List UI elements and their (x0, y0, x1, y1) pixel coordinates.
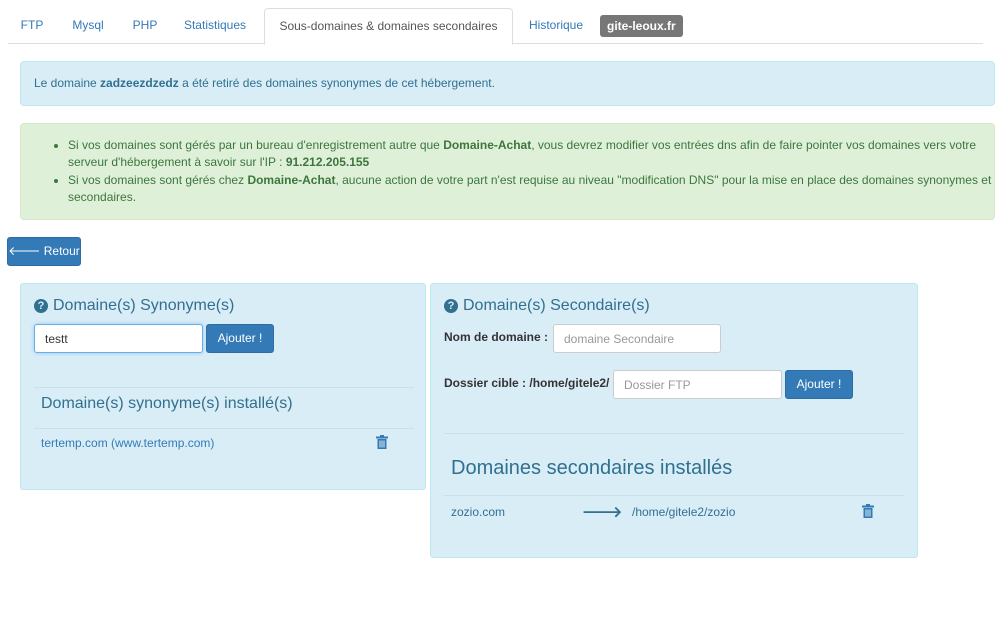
divider (34, 387, 414, 388)
info-alert: Le domaine zadzeezdzedz a été retiré des… (20, 61, 995, 106)
back-label: Retour (43, 244, 80, 258)
secondary-title-text: Domaine(s) Secondaire(s) (463, 297, 650, 314)
domain-name-label: Nom de domaine : (444, 330, 549, 344)
secondary-path-item: /home/gitele2/zozio (632, 505, 736, 519)
dns-item1-text: Si vos domaines sont gérés par un bureau… (68, 138, 444, 152)
dns-item-internal: Si vos domaines sont gérés chez Domaine-… (68, 172, 994, 206)
dns-item-external: Si vos domaines sont gérés par un bureau… (68, 137, 994, 171)
synonyms-panel: ? Domaine(s) Synonyme(s) Ajouter ! Domain… (20, 283, 426, 490)
trash-icon[interactable] (376, 435, 388, 449)
dns-item2-text: Si vos domaines sont gérés chez (68, 173, 248, 187)
dns-alert: Si vos domaines sont gérés par un bureau… (20, 123, 995, 220)
back-button[interactable]: 🡐 Retour (7, 237, 81, 266)
synonyms-installed-title: Domaine(s) synonyme(s) installé(s) (41, 395, 293, 412)
synonym-item-link[interactable]: tertemp.com (www.tertemp.com) (41, 436, 214, 450)
synonyms-title: ? Domaine(s) Synonyme(s) (34, 297, 234, 315)
add-secondary-button[interactable]: Ajouter ! (785, 370, 853, 399)
tab-historique[interactable]: Historique (522, 8, 590, 44)
target-folder-label: Dossier cible : /home/gitele2/ (444, 376, 610, 390)
info-prefix: Le domaine (34, 76, 101, 90)
divider (34, 428, 414, 429)
tab-ftp[interactable]: FTP (8, 8, 56, 44)
brand-name: Domaine-Achat (443, 138, 532, 152)
tab-bar: FTP Mysql PHP Statistiques Sous-domaines… (8, 8, 983, 45)
question-circle-icon[interactable]: ? (34, 299, 48, 313)
domain-badge: gite-leoux.fr (600, 15, 683, 37)
tab-mysql[interactable]: Mysql (60, 8, 116, 44)
arrow-right-icon: 🡒 (582, 504, 623, 521)
question-circle-icon[interactable]: ? (444, 299, 458, 313)
ftp-folder-input[interactable] (613, 370, 782, 399)
brand-name: Domaine-Achat (247, 173, 336, 187)
server-ip: 91.212.205.155 (285, 155, 370, 169)
removed-domain: zadzeezdzedz (100, 76, 179, 90)
secondary-installed-title: Domaines secondaires installés (451, 457, 733, 479)
secondary-panel: ? Domaine(s) Secondaire(s) Nom de domaine… (430, 283, 918, 558)
divider (444, 433, 904, 434)
tab-sous-domaines[interactable]: Sous-domaines & domaines secondaires (264, 8, 513, 45)
synonyms-title-text: Domaine(s) Synonyme(s) (53, 297, 235, 314)
secondary-domain-item: zozio.com (451, 505, 506, 519)
add-synonym-button[interactable]: Ajouter ! (206, 324, 274, 353)
tab-statistiques[interactable]: Statistiques (175, 8, 255, 44)
info-suffix: a été retiré des domaines synonymes de c… (178, 76, 495, 90)
arrow-left-icon: 🡐 (8, 244, 41, 258)
secondary-domain-input[interactable] (553, 324, 721, 353)
secondary-title: ? Domaine(s) Secondaire(s) (444, 297, 650, 315)
tab-php[interactable]: PHP (123, 8, 167, 44)
trash-icon[interactable] (862, 504, 874, 518)
synonym-input[interactable] (34, 324, 203, 353)
divider (444, 495, 904, 496)
